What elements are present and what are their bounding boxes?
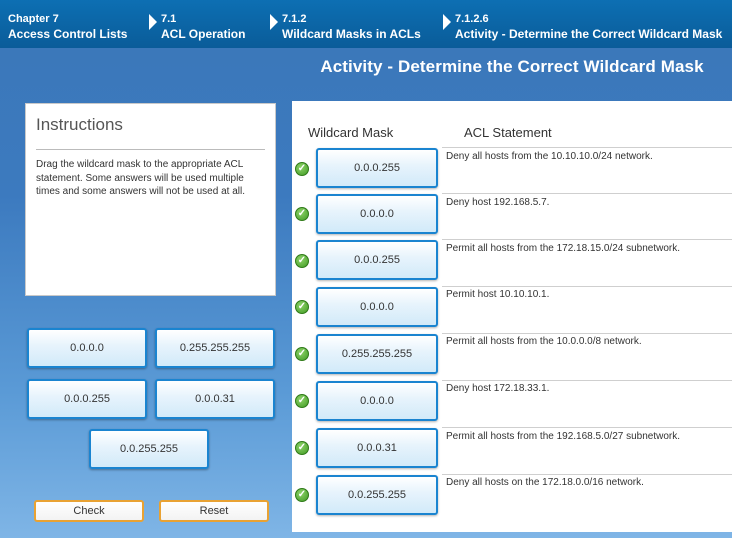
checkmark-icon: ✓: [295, 441, 309, 455]
drop-target[interactable]: 0.0.0.0: [316, 381, 438, 421]
breadcrumb-label: Activity - Determine the Correct Wildcar…: [455, 27, 723, 41]
breadcrumb-number: Chapter 7: [8, 13, 59, 25]
drop-target[interactable]: 0.0.0.31: [316, 428, 438, 468]
check-button[interactable]: Check: [34, 500, 144, 522]
acl-statement: Permit all hosts from the 10.0.0.0/8 net…: [446, 336, 642, 347]
checkmark-icon: ✓: [295, 300, 309, 314]
row-divider: [442, 427, 732, 428]
column-header-wildcard-mask: Wildcard Mask: [308, 125, 394, 140]
drop-target[interactable]: 0.0.255.255: [316, 475, 438, 515]
breadcrumb-item-activity[interactable]: 7.1.2.6 Activity - Determine the Correct…: [455, 12, 722, 42]
drop-target[interactable]: 0.0.0.0: [316, 194, 438, 234]
checkmark-icon: ✓: [295, 394, 309, 408]
acl-statement: Deny all hosts on the 172.18.0.0/16 netw…: [446, 477, 644, 488]
checkmark-icon: ✓: [295, 162, 309, 176]
breadcrumb-label: Access Control Lists: [8, 27, 128, 41]
acl-statement: Permit host 10.10.10.1.: [446, 289, 550, 300]
divider: [36, 149, 265, 150]
breadcrumb-number: 7.1: [161, 13, 177, 25]
instructions-panel: Instructions Drag the wildcard mask to t…: [25, 103, 276, 296]
mask-tile[interactable]: 0.0.0.31: [155, 379, 275, 419]
checkmark-icon: ✓: [295, 207, 309, 221]
drop-target[interactable]: 0.0.0.255: [316, 240, 438, 280]
row-divider: [442, 193, 732, 194]
breadcrumb-item-section[interactable]: 7.1 ACL Operation: [161, 12, 245, 42]
row-divider: [442, 286, 732, 287]
acl-statement: Deny all hosts from the 10.10.10.0/24 ne…: [446, 151, 653, 162]
drop-target[interactable]: 0.255.255.255: [316, 334, 438, 374]
breadcrumb-item-chapter[interactable]: Chapter 7 Access Control Lists: [8, 12, 127, 42]
checkmark-icon: ✓: [295, 488, 309, 502]
checkmark-icon: ✓: [295, 254, 309, 268]
row-divider: [442, 380, 732, 381]
mask-tile[interactable]: 0.0.0.0: [27, 328, 147, 368]
triangle-right-icon: [149, 14, 157, 30]
breadcrumb-number: 7.1.2.6: [455, 13, 489, 25]
instructions-title: Instructions: [36, 115, 123, 134]
acl-statement: Permit all hosts from the 172.18.15.0/24…: [446, 243, 681, 254]
acl-table: Wildcard Mask ACL Statement ✓ 0.0.0.255 …: [292, 101, 732, 532]
breadcrumb: Chapter 7 Access Control Lists 7.1 ACL O…: [0, 0, 732, 48]
mask-tile[interactable]: 0.0.0.255: [27, 379, 147, 419]
row-divider: [442, 147, 732, 148]
mask-tile[interactable]: 0.255.255.255: [155, 328, 275, 368]
acl-statement: Deny host 172.18.33.1.: [446, 383, 550, 394]
triangle-right-icon: [443, 14, 451, 30]
acl-statement: Permit all hosts from the 192.168.5.0/27…: [446, 431, 681, 442]
breadcrumb-label: Wildcard Masks in ACLs: [282, 27, 421, 41]
row-divider: [442, 333, 732, 334]
drop-target[interactable]: 0.0.0.0: [316, 287, 438, 327]
breadcrumb-number: 7.1.2: [282, 13, 307, 25]
checkmark-icon: ✓: [295, 347, 309, 361]
drop-target[interactable]: 0.0.0.255: [316, 148, 438, 188]
triangle-right-icon: [270, 14, 278, 30]
breadcrumb-label: ACL Operation: [161, 27, 246, 41]
mask-tile[interactable]: 0.0.255.255: [89, 429, 209, 469]
page-title: Activity - Determine the Correct Wildcar…: [320, 57, 704, 76]
instructions-text: Drag the wildcard mask to the appropriat…: [36, 159, 245, 197]
breadcrumb-item-topic[interactable]: 7.1.2 Wildcard Masks in ACLs: [282, 12, 421, 42]
row-divider: [442, 239, 732, 240]
acl-statement: Deny host 192.168.5.7.: [446, 197, 550, 208]
row-divider: [442, 474, 732, 475]
column-header-acl-statement: ACL Statement: [464, 125, 552, 140]
reset-button[interactable]: Reset: [159, 500, 269, 522]
